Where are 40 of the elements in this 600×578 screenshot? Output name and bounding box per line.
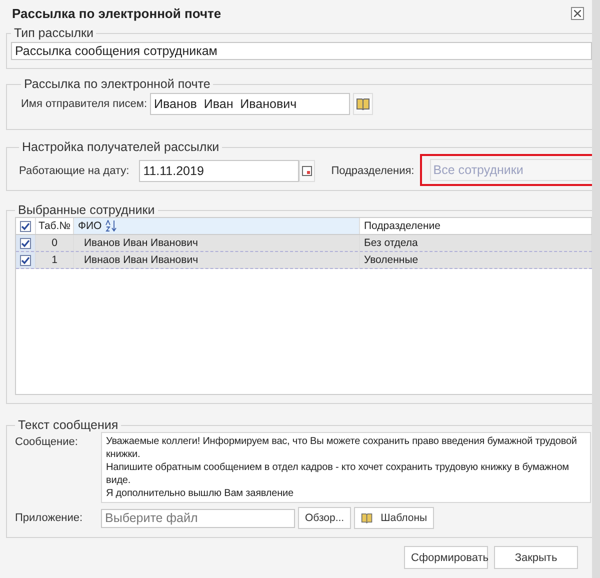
- group-legend: Текст сообщения: [15, 418, 122, 432]
- column-header[interactable]: ФИО: [74, 218, 360, 234]
- sort-icon: [104, 220, 118, 232]
- row-checkbox[interactable]: [20, 238, 31, 248]
- department-label: Подразделения:: [331, 165, 414, 177]
- department-dropdown[interactable]: Все сотрудники: [430, 159, 592, 181]
- table-cell: Уволенные: [360, 252, 592, 268]
- date-field[interactable]: 11.11.2019: [139, 160, 300, 182]
- group-legend: Настройка получателей рассылки: [19, 140, 222, 154]
- group-legend: Рассылка по электронной почте: [21, 77, 214, 91]
- address-book-button[interactable]: [353, 93, 374, 115]
- window-title: Рассылка по электронной почте: [12, 6, 222, 20]
- close-dialog-button[interactable]: Закрыть: [494, 546, 578, 569]
- message-label: Сообщение:: [15, 435, 79, 448]
- date-label: Работающие на дату:: [19, 165, 130, 177]
- close-button[interactable]: [571, 6, 584, 20]
- sender-label: Имя отправителя писем:: [21, 98, 148, 110]
- sender-field[interactable]: Иванов Иван Иванович: [150, 93, 350, 115]
- table-cell: Без отдела: [360, 235, 592, 251]
- table-cell: 1: [36, 252, 74, 268]
- table-cell: Ивнаов Иван Иванович: [74, 252, 360, 268]
- calendar-icon: [302, 166, 312, 176]
- attachment-label: Приложение:: [15, 512, 84, 524]
- generate-button[interactable]: Сформировать: [404, 546, 488, 569]
- browse-button[interactable]: Обзор...: [298, 507, 352, 529]
- table-cell: 0: [36, 235, 74, 251]
- group-legend: Тип рассылки: [11, 26, 96, 40]
- column-header[interactable]: Подразделение: [360, 218, 592, 234]
- calendar-button[interactable]: [299, 160, 316, 182]
- message-field[interactable]: Уважаемые коллеги! Информируем вас, что Вы можете сохранить право введения бумажной трудовой книжки. Напишите обратным сообщением в отдел кадров - кто хочет сохранить трудовую книжку в бумажном виде. Я дополнительно вышлю Вам заявление: [101, 432, 591, 503]
- mailing-type-field[interactable]: Рассылка сообщения сотрудникам: [11, 42, 592, 60]
- row-checkbox[interactable]: [20, 254, 31, 266]
- attachment-field[interactable]: Выберите файл: [101, 508, 295, 528]
- table-cell: Иванов Иван Иванович: [74, 235, 360, 251]
- group-legend: Выбранные сотрудники: [15, 203, 158, 217]
- book-icon: [356, 98, 370, 110]
- close-icon: [574, 10, 581, 16]
- templates-button[interactable]: Шаблоны: [354, 507, 434, 529]
- select-all-checkbox[interactable]: [20, 220, 31, 232]
- book-icon: [361, 512, 373, 524]
